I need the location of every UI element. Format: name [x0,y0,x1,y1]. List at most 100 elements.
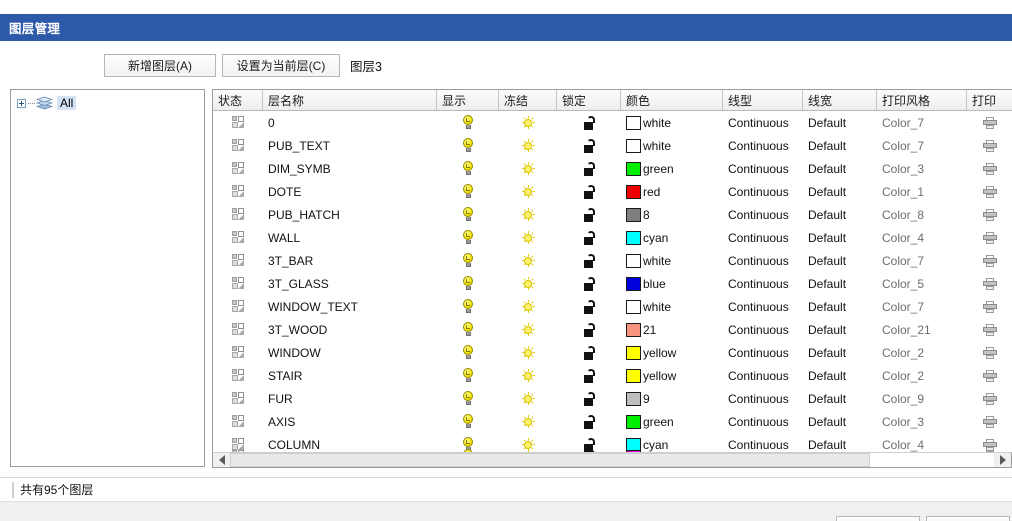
cell-plot[interactable] [967,226,1012,249]
printer-icon[interactable] [983,347,997,359]
cell-layer-name[interactable]: 3T_GLASS [263,272,437,295]
tree-item-all[interactable]: All [17,94,204,112]
cell-lineweight[interactable]: Default [803,364,877,387]
open-padlock-icon[interactable] [584,277,595,291]
cell-layer-name[interactable]: WALL [263,226,437,249]
cell-show[interactable] [437,249,499,272]
lightbulb-icon[interactable] [462,322,475,337]
cell-layer-name[interactable]: PUB_TEXT [263,134,437,157]
cell-freeze[interactable] [499,203,557,226]
table-row[interactable]: 0whiteContinuousDefaultColor_7 [213,111,1012,134]
cell-linetype[interactable]: Continuous [723,387,803,410]
printer-icon[interactable] [983,186,997,198]
cell-lineweight[interactable]: Default [803,341,877,364]
cell-lock[interactable] [557,180,621,203]
cell-lineweight[interactable]: Default [803,180,877,203]
cell-freeze[interactable] [499,318,557,341]
cell-show[interactable] [437,180,499,203]
sun-icon[interactable] [522,116,535,129]
column-header-plot[interactable]: 打印 [967,90,1012,110]
lightbulb-icon[interactable] [462,115,475,130]
cell-show[interactable] [437,295,499,318]
printer-icon[interactable] [983,209,997,221]
lightbulb-icon[interactable] [462,276,475,291]
column-header-freeze[interactable]: 冻结 [499,90,557,110]
cell-lock[interactable] [557,387,621,410]
cell-lock[interactable] [557,134,621,157]
cell-plot[interactable] [967,134,1012,157]
sun-icon[interactable] [522,208,535,221]
printer-icon[interactable] [983,140,997,152]
cell-freeze[interactable] [499,364,557,387]
ok-button[interactable]: 确定 [836,516,920,521]
cell-show[interactable] [437,341,499,364]
cell-linetype[interactable]: Continuous [723,364,803,387]
cell-show[interactable] [437,364,499,387]
printer-icon[interactable] [983,301,997,313]
table-row[interactable]: PUB_HATCH8ContinuousDefaultColor_8 [213,203,1012,226]
color-swatch[interactable] [626,116,641,130]
cell-lineweight[interactable]: Default [803,111,877,134]
color-swatch[interactable] [626,392,641,406]
open-padlock-icon[interactable] [584,369,595,383]
cell-lineweight[interactable]: Default [803,203,877,226]
column-header-plotstyle[interactable]: 打印风格 [877,90,967,110]
sun-icon[interactable] [522,415,535,428]
cell-freeze[interactable] [499,295,557,318]
sun-icon[interactable] [522,254,535,267]
cell-freeze[interactable] [499,272,557,295]
cell-color[interactable]: yellow [621,341,723,364]
cell-freeze[interactable] [499,157,557,180]
cell-color[interactable]: blue [621,272,723,295]
cell-freeze[interactable] [499,134,557,157]
color-swatch[interactable] [626,231,641,245]
color-swatch[interactable] [626,300,641,314]
cell-plot[interactable] [967,295,1012,318]
cell-layer-name[interactable]: PUB_HATCH [263,203,437,226]
open-padlock-icon[interactable] [584,116,595,130]
cell-plotstyle[interactable]: Color_2 [877,364,967,387]
column-header-color[interactable]: 颜色 [621,90,723,110]
cell-plot[interactable] [967,387,1012,410]
column-header-lineweight[interactable]: 线宽 [803,90,877,110]
cell-lineweight[interactable]: Default [803,387,877,410]
cell-lineweight[interactable]: Default [803,410,877,433]
cell-freeze[interactable] [499,410,557,433]
cell-plot[interactable] [967,203,1012,226]
cell-plotstyle[interactable]: Color_7 [877,249,967,272]
cell-show[interactable] [437,226,499,249]
cell-plot[interactable] [967,157,1012,180]
new-layer-button[interactable]: 新增图层(A) [104,54,216,77]
sun-icon[interactable] [522,185,535,198]
open-padlock-icon[interactable] [584,185,595,199]
lightbulb-icon[interactable] [462,230,475,245]
cell-freeze[interactable] [499,387,557,410]
open-padlock-icon[interactable] [584,415,595,429]
cell-freeze[interactable] [499,111,557,134]
color-swatch[interactable] [626,139,641,153]
table-row[interactable]: 3T_WOOD21ContinuousDefaultColor_21 [213,318,1012,341]
cell-color[interactable]: white [621,295,723,318]
cell-plot[interactable] [967,410,1012,433]
cell-color[interactable]: white [621,111,723,134]
cell-plotstyle[interactable]: Color_7 [877,134,967,157]
sun-icon[interactable] [522,139,535,152]
cell-linetype[interactable]: Continuous [723,295,803,318]
color-swatch[interactable] [626,254,641,268]
cell-linetype[interactable]: Continuous [723,134,803,157]
cell-color[interactable]: green [621,410,723,433]
cell-linetype[interactable]: Continuous [723,203,803,226]
table-row[interactable]: FUR9ContinuousDefaultColor_9 [213,387,1012,410]
cell-layer-name[interactable]: 3T_BAR [263,249,437,272]
cell-lineweight[interactable]: Default [803,272,877,295]
cell-lock[interactable] [557,157,621,180]
cell-color[interactable]: 9 [621,387,723,410]
printer-icon[interactable] [983,278,997,290]
cell-show[interactable] [437,157,499,180]
table-row[interactable]: DOTEredContinuousDefaultColor_1 [213,180,1012,203]
sun-icon[interactable] [522,277,535,290]
cell-linetype[interactable]: Continuous [723,226,803,249]
cell-plotstyle[interactable]: Color_5 [877,272,967,295]
table-row[interactable]: DIM_SYMBgreenContinuousDefaultColor_3 [213,157,1012,180]
scrollbar-thumb[interactable] [230,453,870,467]
